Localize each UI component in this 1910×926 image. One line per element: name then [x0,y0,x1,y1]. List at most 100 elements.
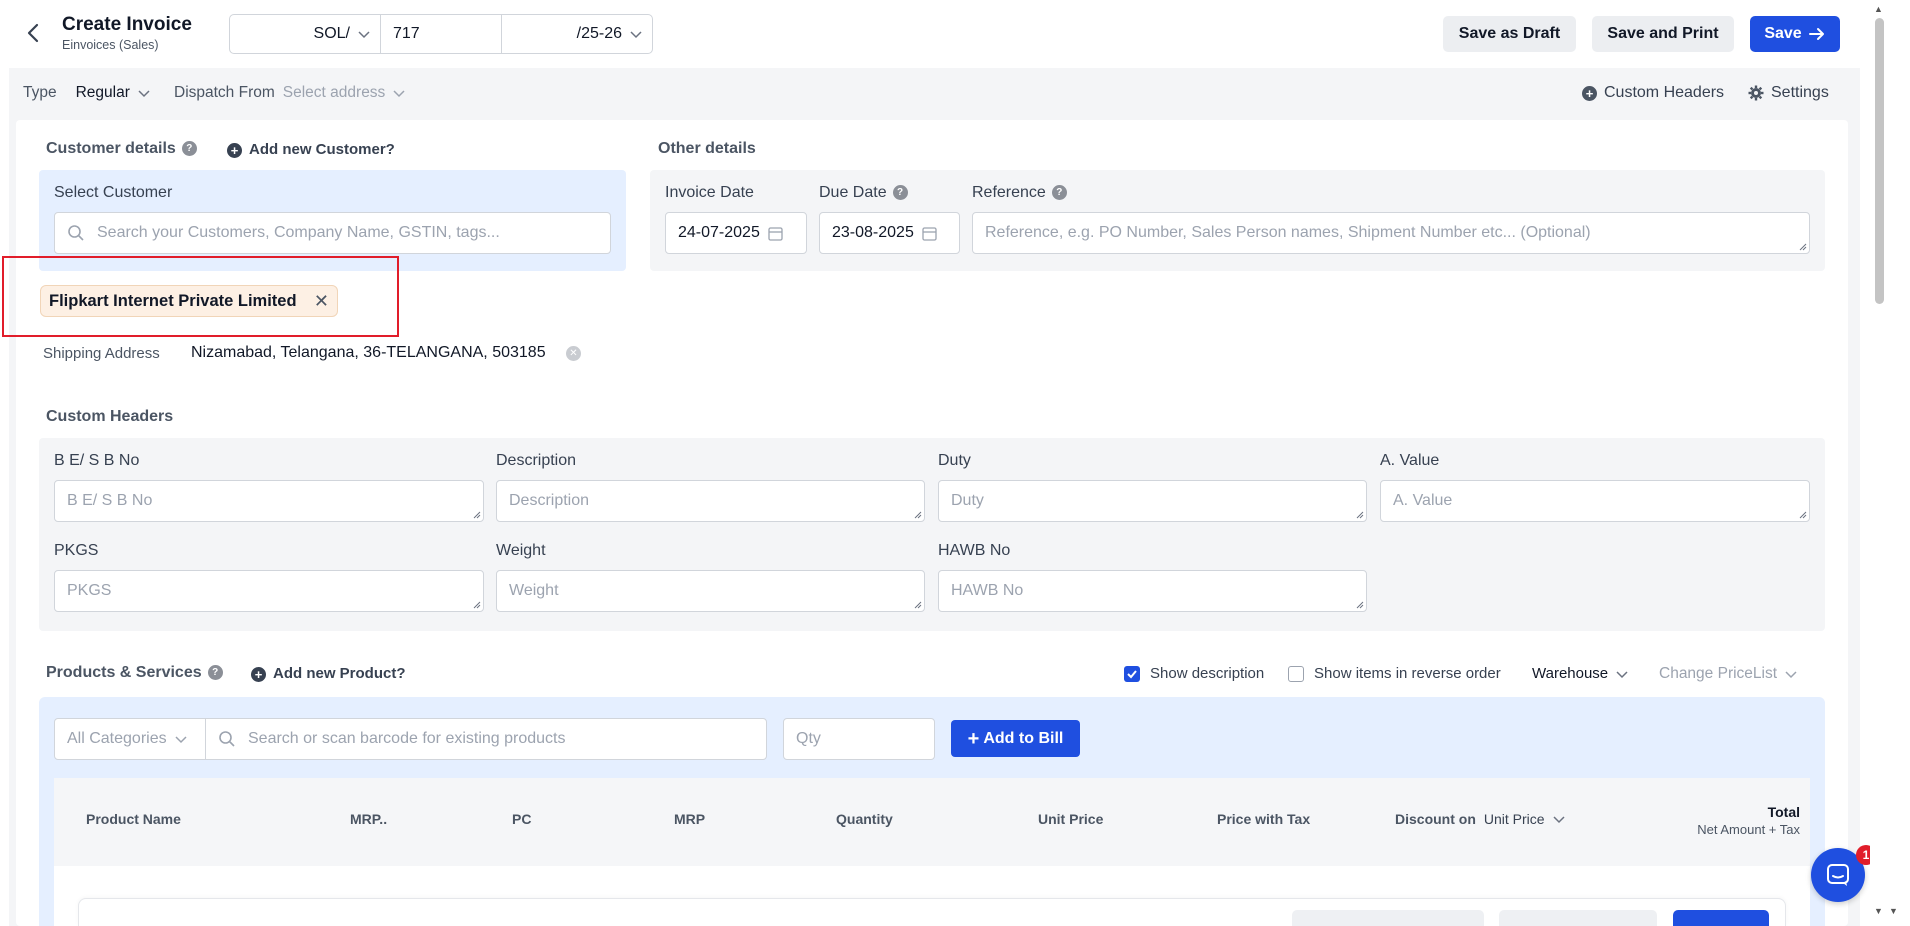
customer-details-label: Customer details [46,140,176,157]
product-search-placeholder: Search or scan barcode for existing prod… [248,730,566,747]
a-value-placeholder: A. Value [1393,492,1453,509]
help-icon[interactable]: ? [181,141,197,157]
chevron-down-icon [1616,670,1628,678]
pkgs-placeholder: PKGS [67,582,112,599]
series-prefix-select[interactable]: SOL/ [230,15,381,53]
arrow-right-icon [1808,28,1824,40]
customer-search-input[interactable]: Search your Customers, Company Name, GST… [54,212,611,254]
be-sb-no-input[interactable]: B E/ S B No [54,480,484,522]
row-action-button[interactable] [1292,910,1484,926]
column-header: Product Name [86,811,181,827]
warehouse-label: Warehouse [1532,665,1609,682]
invoice-date-value: 24-07-2025 [678,224,760,241]
help-icon[interactable]: ? [892,185,908,201]
discount-value: Unit Price [1483,811,1545,827]
save-as-draft-label: Save as Draft [1458,25,1561,42]
series-prefix-value: SOL/ [313,25,350,42]
scroll-up-icon[interactable]: ▲ [1874,4,1883,14]
due-date-label: Due Date [819,184,887,201]
add-new-product-label: Add new Product? [273,665,406,682]
save-button[interactable]: Save [1750,16,1840,52]
save-as-draft-button[interactable]: Save as Draft [1443,16,1576,52]
category-select[interactable]: All Categories [54,718,206,760]
weight-label: Weight [496,542,546,559]
due-date-input[interactable]: 23-08-2025 [819,212,960,254]
invoice-date-input[interactable]: 24-07-2025 [665,212,807,254]
resize-handle-icon[interactable] [914,511,922,519]
dispatch-from-label: Dispatch From [174,84,275,101]
row-primary-button[interactable] [1673,910,1769,926]
type-select[interactable]: Type Regular [23,84,152,102]
add-new-product-link[interactable]: + Add new Product? [251,665,406,682]
series-number-input[interactable]: 717 [381,15,502,53]
add-to-bill-button[interactable]: + Add to Bill [951,720,1080,757]
total-column-label: Total [1767,804,1800,820]
scroll-down-icon[interactable]: ▼ [1874,906,1883,916]
customer-search-placeholder: Search your Customers, Company Name, GST… [97,224,500,241]
custom-headers-link-label: Custom Headers [1604,84,1725,101]
reference-heading: Reference? [972,184,1067,202]
custom-headers-link[interactable]: + Custom Headers [1582,84,1724,102]
scroll-down-icon[interactable]: ▼ [1889,906,1898,916]
help-icon[interactable]: ? [207,665,223,681]
help-icon[interactable]: ? [1051,185,1067,201]
shipping-address-label: Shipping Address [43,345,160,362]
back-arrow-icon[interactable] [22,20,46,46]
description-label: Description [496,452,577,469]
discount-select[interactable]: Unit Price [1484,811,1567,827]
save-and-print-button[interactable]: Save and Print [1592,16,1734,52]
hawb-no-input[interactable]: HAWB No [938,570,1367,612]
weight-input[interactable]: Weight [496,570,925,612]
resize-handle-icon[interactable] [1356,511,1364,519]
add-new-customer-link[interactable]: + Add new Customer? [227,141,395,158]
resize-handle-icon[interactable] [473,601,481,609]
chat-icon [1827,864,1849,886]
pkgs-input[interactable]: PKGS [54,570,484,612]
row-action-button[interactable] [1499,910,1657,926]
series-suffix-select[interactable]: /25-26 [502,15,652,53]
description-input[interactable]: Description [496,480,925,522]
plus-circle-icon: + [227,142,242,158]
clear-address-icon[interactable]: ✕ [566,346,581,361]
plus-circle-icon: + [1582,85,1597,101]
resize-handle-icon[interactable] [1799,243,1807,251]
type-label: Type [23,84,57,101]
chevron-down-icon [630,31,642,39]
product-search-input[interactable]: Search or scan barcode for existing prod… [205,718,767,760]
resize-handle-icon[interactable] [1799,511,1807,519]
resize-handle-icon[interactable] [1356,601,1364,609]
reference-placeholder: Reference, e.g. PO Number, Sales Person … [985,224,1591,241]
calendar-icon [922,226,937,241]
settings-link[interactable]: Settings [1748,84,1829,102]
warehouse-select[interactable]: Warehouse [1532,665,1630,682]
change-pricelist-label: Change PriceList [1659,665,1778,682]
dispatch-from-placeholder: Select address [282,84,386,101]
discount-column-header: Discount on Unit Price [1395,811,1567,827]
show-description-toggle[interactable]: Show description [1124,665,1264,682]
scroll-thumb[interactable] [1875,18,1884,304]
chevron-down-icon [393,90,405,98]
checkbox-checked-icon[interactable] [1124,665,1140,682]
description-placeholder: Description [509,492,590,509]
category-placeholder: All Categories [67,730,167,747]
reverse-order-toggle[interactable]: Show items in reverse order [1288,665,1501,682]
dispatch-from-select[interactable]: Dispatch From Select address [174,84,407,102]
resize-handle-icon[interactable] [473,511,481,519]
products-services-heading: Products & Services? [46,664,223,682]
reference-textarea[interactable]: Reference, e.g. PO Number, Sales Person … [972,212,1810,254]
total-column-sublabel: Net Amount + Tax [1697,822,1800,837]
custom-headers-heading: Custom Headers [46,408,174,425]
type-value: Regular [75,84,130,101]
due-date-heading: Due Date? [819,184,908,202]
checkbox-unchecked-icon[interactable] [1288,665,1304,682]
duty-input[interactable]: Duty [938,480,1367,522]
other-details-heading: Other details [658,140,756,157]
a-value-input[interactable]: A. Value [1380,480,1810,522]
duty-placeholder: Duty [951,492,984,509]
resize-handle-icon[interactable] [914,601,922,609]
qty-input[interactable]: Qty [783,718,935,760]
be-sb-no-label: B E/ S B No [54,452,140,469]
chevron-down-icon [1553,816,1565,824]
column-header: MRP [674,811,706,827]
change-pricelist-select[interactable]: Change PriceList [1659,665,1799,683]
